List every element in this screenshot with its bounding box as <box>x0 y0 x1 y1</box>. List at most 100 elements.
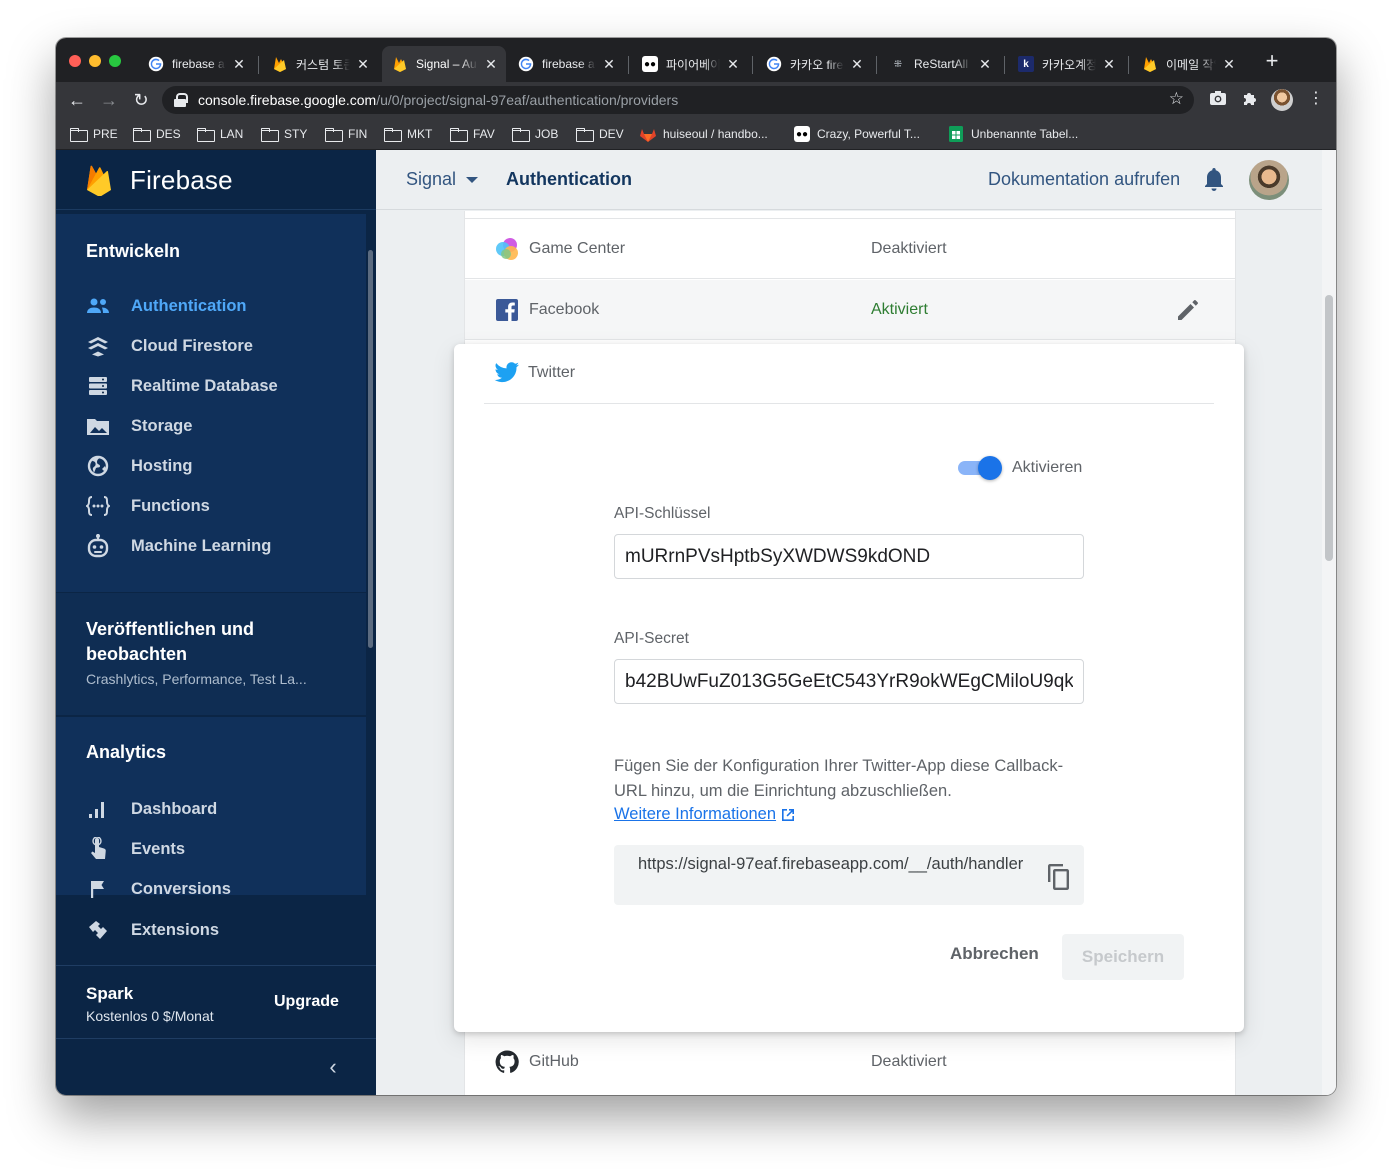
firebase-icon <box>392 56 408 72</box>
close-icon[interactable]: ✕ <box>602 56 616 73</box>
bookmark-link[interactable]: huiseoul / handbo... <box>640 124 768 144</box>
analytics-title[interactable]: Analytics <box>86 742 166 763</box>
forward-button[interactable]: → <box>96 87 122 113</box>
browser-tab[interactable]: firebase au ✕ <box>508 46 624 82</box>
api-secret-input[interactable] <box>614 659 1084 704</box>
sheets-icon <box>948 126 964 142</box>
browser-tab[interactable]: k 카카오계정 ✕ <box>1008 46 1124 82</box>
copy-icon[interactable] <box>1046 863 1072 891</box>
reload-button[interactable]: ↻ <box>128 87 154 113</box>
bookmark-folder[interactable]: FIN <box>325 124 367 144</box>
toggle-knob <box>978 456 1002 480</box>
sidebar-item-storage[interactable]: Storage <box>86 414 192 438</box>
bookmark-label: FIN <box>348 127 368 141</box>
firebase-console: Firebase Entwickeln Authentication Cloud… <box>56 150 1336 1095</box>
sidebar-item-dashboard[interactable]: Dashboard <box>86 797 217 821</box>
project-selector[interactable]: Signal <box>406 169 479 190</box>
browser-tab[interactable]: 커스텀 토큰 ✕ <box>262 46 378 82</box>
docs-link[interactable]: Dokumentation aufrufen <box>988 169 1180 190</box>
bookmark-folder[interactable]: MKT <box>384 124 432 144</box>
sidebar-scrollbar[interactable] <box>368 250 373 648</box>
minimize-window-button[interactable] <box>89 55 101 67</box>
profile-avatar[interactable] <box>1271 89 1293 111</box>
bookmark-folder[interactable]: PRE <box>70 124 118 144</box>
twitter-panel-header[interactable]: Twitter <box>484 344 1214 404</box>
close-icon[interactable]: ✕ <box>484 56 498 73</box>
sidebar-item-label: Hosting <box>131 456 193 475</box>
bookmark-folder[interactable]: DEV <box>576 124 624 144</box>
notifications-bell-icon[interactable] <box>1202 166 1226 192</box>
zoom-window-button[interactable] <box>109 55 121 67</box>
close-icon[interactable]: ✕ <box>1222 56 1236 73</box>
more-info-link[interactable]: Weitere Informationen <box>614 805 796 824</box>
sidebar-item-authentication[interactable]: Authentication <box>86 294 247 318</box>
enable-toggle-label[interactable]: Aktivieren <box>1012 459 1082 477</box>
more-vert-icon[interactable]: ⋮ <box>1308 89 1324 111</box>
firebase-logo-icon <box>87 165 111 196</box>
extensions-icon <box>86 918 110 942</box>
sidebar-item-hosting[interactable]: Hosting <box>86 454 192 478</box>
account-avatar[interactable] <box>1249 160 1289 200</box>
url-path: /u/0/project/signal-97eaf/authentication… <box>376 92 679 108</box>
firebase-brand[interactable]: Firebase <box>130 165 233 196</box>
provider-row-facebook[interactable]: Facebook Aktiviert <box>465 280 1235 340</box>
browser-tab[interactable]: 카카오 fireb ✕ <box>756 46 872 82</box>
close-icon[interactable]: ✕ <box>726 56 740 73</box>
bookmark-folder[interactable]: STY <box>261 124 307 144</box>
game-center-icon <box>496 238 518 260</box>
page-scrollbar[interactable] <box>1322 150 1336 1095</box>
sidebar-item-realtime-database[interactable]: Realtime Database <box>86 374 278 398</box>
address-bar[interactable]: console.firebase.google.com/u/0/project/… <box>162 86 1194 114</box>
browser-tab[interactable]: firebase au ✕ <box>138 46 254 82</box>
develop-title[interactable]: Entwickeln <box>86 241 180 262</box>
sidebar-item-label: Cloud Firestore <box>131 336 253 355</box>
close-icon[interactable]: ✕ <box>978 56 992 73</box>
cancel-button[interactable]: Abbrechen <box>950 944 1039 964</box>
enable-toggle[interactable] <box>958 456 1002 480</box>
browser-tab[interactable]: ●● 파이어베이스 ✕ <box>632 46 748 82</box>
sidebar-item-events[interactable]: Events <box>86 837 185 861</box>
bookmark-star-icon[interactable]: ☆ <box>1169 89 1184 109</box>
release-subtitle: Crashlytics, Performance, Test La... <box>86 671 307 687</box>
close-icon[interactable]: ✕ <box>850 56 864 73</box>
sidebar-item-extensions[interactable]: Extensions <box>86 918 219 942</box>
sidebar-item-functions[interactable]: Functions <box>86 494 210 518</box>
tab-title: firebase au <box>542 57 596 71</box>
sidebar-item-conversions[interactable]: Conversions <box>86 877 231 901</box>
close-icon[interactable]: ✕ <box>232 56 246 73</box>
edit-pencil-icon[interactable] <box>1175 297 1201 323</box>
bookmark-folder[interactable]: JOB <box>512 124 558 144</box>
sidebar-item-cloud-firestore[interactable]: Cloud Firestore <box>86 334 253 358</box>
save-button[interactable]: Speichern <box>1062 934 1184 980</box>
sidebar-item-label: Functions <box>131 496 210 515</box>
tab-separator <box>1128 56 1129 74</box>
extensions-puzzle-icon[interactable] <box>1240 90 1260 110</box>
tab-separator <box>628 56 629 74</box>
provider-row-github[interactable]: GitHub Deaktiviert <box>465 1032 1235 1092</box>
firestore-icon <box>86 334 110 358</box>
close-window-button[interactable] <box>69 55 81 67</box>
bookmark-folder[interactable]: LAN <box>197 124 243 144</box>
bookmark-folder[interactable]: DES <box>133 124 181 144</box>
back-button[interactable]: ← <box>64 87 90 113</box>
upgrade-button[interactable]: Upgrade <box>274 993 339 1011</box>
browser-tab[interactable]: ⁜ ReStartAll ✕ <box>880 46 1000 82</box>
browser-tab-active[interactable]: Signal – Au ✕ <box>382 46 506 82</box>
bookmark-link[interactable]: Unbenannte Tabel... <box>948 124 1078 144</box>
new-tab-button[interactable]: + <box>1261 50 1283 74</box>
release-section[interactable]: Veröffentlichen und beobachten Crashlyti… <box>56 593 366 715</box>
collapse-sidebar-chevron-icon[interactable]: ‹ <box>324 1055 342 1079</box>
bookmark-folder[interactable]: FAV <box>450 124 495 144</box>
browser-tab[interactable]: 이메일 작업 ✕ <box>1132 46 1244 82</box>
sidebar-item-machine-learning[interactable]: Machine Learning <box>86 534 271 558</box>
sidebar-item-label: Dashboard <box>131 799 218 818</box>
sidebar-item-label: Extensions <box>131 920 220 939</box>
close-icon[interactable]: ✕ <box>356 56 370 73</box>
camera-icon[interactable] <box>1208 90 1228 110</box>
api-key-input[interactable] <box>614 534 1084 579</box>
bookmark-link[interactable]: ●● Crazy, Powerful T... <box>794 124 920 144</box>
page-title: Authentication <box>506 169 632 189</box>
provider-row-game-center[interactable]: Game Center Deaktiviert <box>465 219 1235 279</box>
close-icon[interactable]: ✕ <box>1102 56 1116 73</box>
callback-url[interactable]: https://signal-97eaf.firebaseapp.com/__/… <box>638 852 1028 877</box>
